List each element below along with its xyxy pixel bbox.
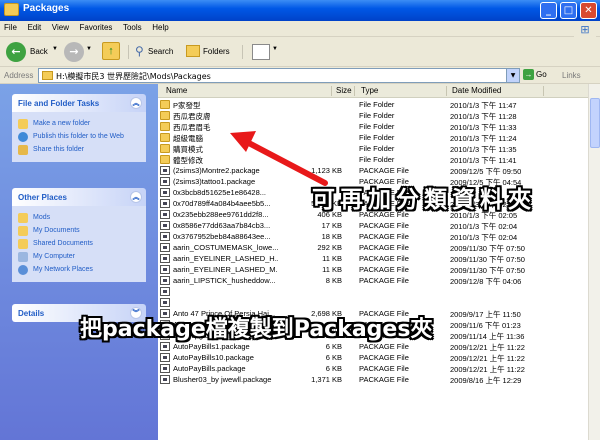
annotation-caption-add-folders: 可再加分類資料夾 [312,187,536,213]
arrow-shaft [240,137,328,186]
annotation-caption-copy-package: 把package檔複製到Packages夾 [80,317,433,342]
annotation-arrow [230,131,328,186]
